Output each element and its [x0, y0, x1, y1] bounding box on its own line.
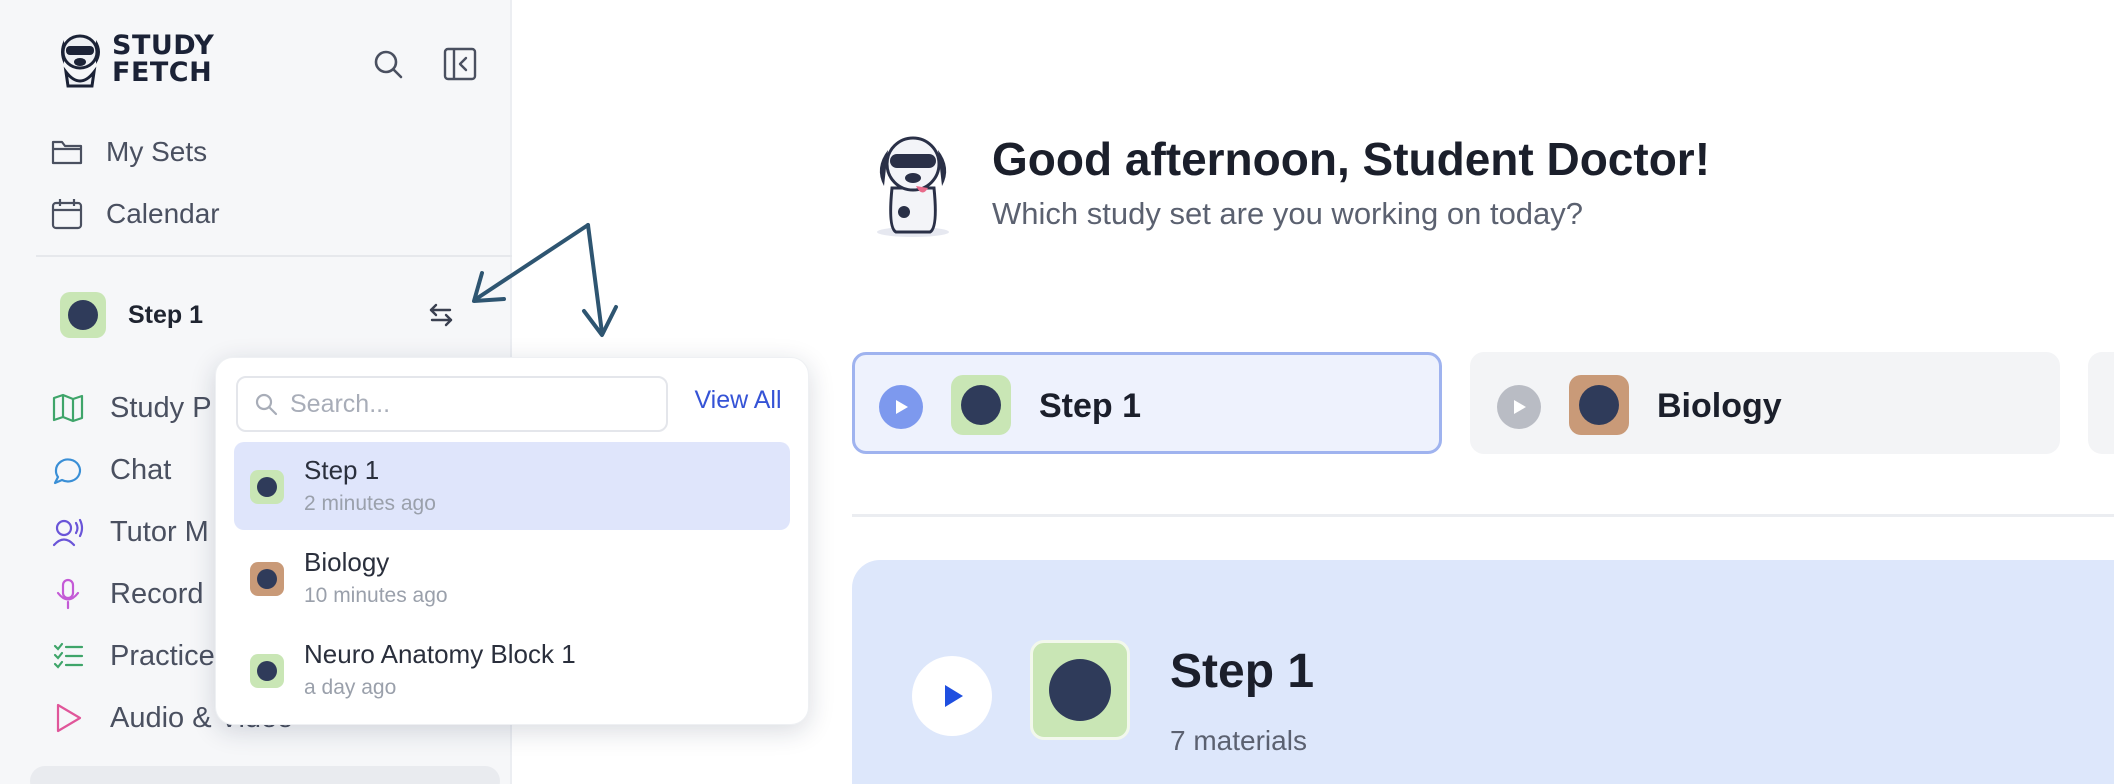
hero-play-button[interactable]	[912, 656, 992, 736]
greeting-heading: Good afternoon, Student Doctor!	[992, 133, 1711, 185]
dropdown-set-item[interactable]: Biology 10 minutes ago	[234, 534, 790, 622]
annotation-arrows	[472, 223, 618, 337]
tool-study-plan-label: Study P	[110, 391, 212, 424]
sidebar-divider	[36, 255, 512, 257]
set-thumbnail	[250, 562, 284, 596]
nav-calendar-label: Calendar	[106, 198, 220, 229]
current-set-thumbnail	[60, 292, 106, 338]
tool-practice[interactable]: Practice	[52, 634, 215, 678]
hero-set-materials-count: 7 materials	[1170, 725, 1307, 756]
current-set-label: Step 1	[128, 300, 204, 329]
set-tab-step-1[interactable]: Step 1	[852, 352, 1442, 454]
chat-icon	[53, 458, 82, 485]
tool-practice-label: Practice	[110, 639, 215, 672]
study-fetch-logo[interactable]: STUDY FETCH	[52, 28, 214, 90]
dog-mascot-illustration	[877, 136, 949, 237]
set-thumbnail	[1569, 375, 1629, 435]
tutor-icon	[52, 518, 84, 547]
dropdown-set-item[interactable]: Neuro Anatomy Block 1 a day ago	[234, 626, 790, 714]
set-tab-partial[interactable]	[2088, 352, 2114, 454]
set-tab-biology[interactable]: Biology	[1470, 352, 2060, 454]
logo-wordmark: STUDY FETCH	[112, 32, 214, 86]
set-thumbnail	[250, 654, 284, 688]
set-name: Biology	[304, 547, 390, 577]
play-outline-icon	[56, 703, 82, 733]
active-set-card[interactable]: Step 1 7 materials	[852, 560, 2114, 784]
tool-study-plan[interactable]: Study P	[52, 386, 212, 430]
calendar-icon	[51, 199, 83, 230]
play-button[interactable]	[1497, 385, 1541, 429]
mic-icon	[56, 578, 80, 610]
set-thumbnail	[951, 375, 1011, 435]
tool-chat[interactable]: Chat	[52, 448, 171, 492]
collapse-sidebar-icon	[443, 47, 477, 81]
greeting-subtitle: Which study set are you working on today…	[992, 196, 1584, 231]
main-divider	[852, 514, 2114, 517]
tool-record[interactable]: Record	[52, 572, 204, 616]
set-name: Step 1	[304, 455, 380, 485]
play-icon	[945, 685, 963, 707]
play-button[interactable]	[879, 385, 923, 429]
play-icon	[896, 400, 908, 414]
map-icon	[52, 393, 84, 423]
list-check-icon	[53, 642, 84, 669]
view-all-link[interactable]: View All	[682, 386, 794, 415]
set-name: Neuro Anatomy Block 1	[304, 639, 576, 669]
switch-set-button[interactable]	[424, 298, 458, 332]
hero-set-thumbnail	[1030, 640, 1130, 740]
sidebar-bottom-panel	[30, 766, 500, 784]
set-tab-label: Biology	[1657, 387, 1782, 425]
tool-tutor-mode-label: Tutor M	[110, 515, 209, 548]
hero-set-title: Step 1	[1170, 645, 1315, 698]
set-last-opened: 2 minutes ago	[304, 492, 436, 515]
collapse-sidebar-button[interactable]	[442, 46, 478, 82]
set-search-input[interactable]	[290, 389, 650, 419]
set-tab-label: Step 1	[1039, 387, 1142, 425]
nav-my-sets-label: My Sets	[106, 136, 208, 167]
set-switcher-dropdown: View All Step 1 2 minutes ago Biology 10…	[215, 357, 809, 725]
set-last-opened: 10 minutes ago	[304, 584, 448, 607]
folder-icon	[51, 140, 83, 165]
swap-arrows-icon	[429, 303, 453, 327]
dropdown-set-item[interactable]: Step 1 2 minutes ago	[234, 442, 790, 530]
nav-calendar[interactable]: Calendar	[50, 194, 220, 234]
tool-tutor-mode[interactable]: Tutor M	[52, 510, 209, 554]
dog-mascot-icon	[61, 34, 100, 88]
nav-my-sets[interactable]: My Sets	[50, 132, 207, 172]
set-last-opened: a day ago	[304, 676, 397, 699]
search-icon	[374, 50, 403, 79]
play-icon	[1514, 400, 1526, 414]
search-button[interactable]	[370, 46, 406, 82]
tool-record-label: Record	[110, 577, 204, 610]
logo-line-1: STUDY	[112, 30, 215, 61]
set-thumbnail	[250, 470, 284, 504]
set-search-box[interactable]	[236, 376, 668, 432]
logo-line-2: FETCH	[112, 57, 213, 88]
search-icon	[255, 393, 278, 416]
current-set-selector[interactable]: Step 1	[60, 292, 203, 338]
tool-chat-label: Chat	[110, 453, 172, 486]
